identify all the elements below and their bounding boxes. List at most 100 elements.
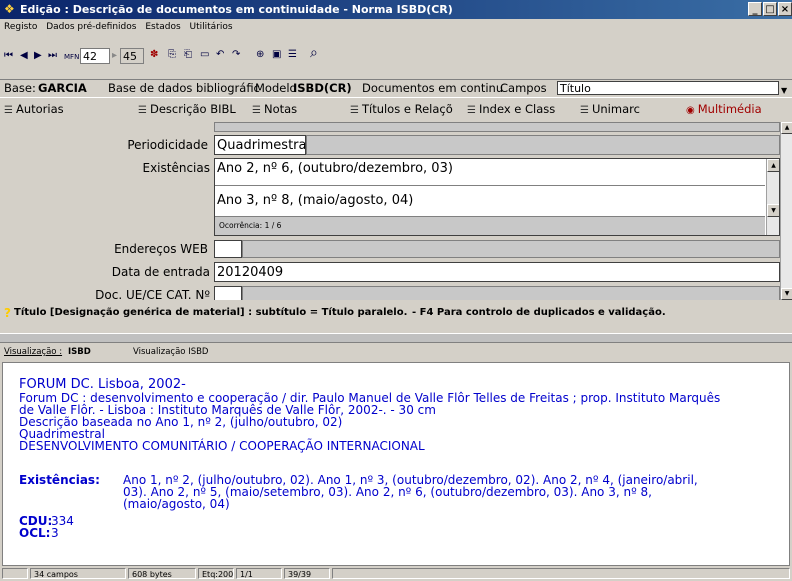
copy-icon[interactable]: ⎘ [168,48,176,62]
tab-notas[interactable]: ☰ Notas [252,98,297,122]
periodicidade-ext [306,135,780,155]
window-title: Edição : Descrição de documentos em cont… [20,3,453,16]
hint-text: Título [Designação genérica de material]… [14,307,408,318]
hint-shortcut: - F4 Para controlo de duplicados e valid… [412,307,666,318]
form-scrollbar[interactable]: ▲ ▼ [780,122,792,300]
enderecos-web-field[interactable] [214,240,242,258]
status-cell-blank [2,568,28,579]
title-bar: ❖ Edição : Descrição de documentos em co… [0,0,792,19]
isbd-preview: FORUM DC. Lisboa, 2002- Forum DC : desen… [2,362,790,566]
go-arrow-icon[interactable]: ▸ [112,49,117,63]
record-form: Periodicidade Quadrimestral Existências … [0,122,780,300]
field-top-remnant [214,122,780,132]
tab-autorias[interactable]: ☰ Autorias [4,98,64,122]
visualization-label: Visualização : [4,347,63,357]
view-icon[interactable]: ⊕ [256,48,264,62]
modelo-value: ISBD(CR) [293,81,352,95]
paste-icon[interactable]: ⎗ [184,48,192,62]
next-record-icon[interactable]: ▶ [34,49,42,63]
menu-estados[interactable]: Estados [145,22,180,32]
tab-label: Títulos e Relaçõ [361,102,453,116]
tab-label: Index e Class [478,102,556,116]
tab-index-class[interactable]: ☰ Index e Class [467,98,555,122]
scroll-down-icon[interactable]: ▼ [767,204,779,217]
enderecos-web-ext [242,240,780,258]
existencias-divider [215,185,765,186]
close-button[interactable]: × [778,2,792,16]
enderecos-web-label: Endereços WEB [114,242,208,256]
tab-visualizacao-isbd[interactable]: Visualização ISBD [133,344,208,360]
first-record-icon[interactable]: ⏮ [4,49,13,63]
status-position: 1/1 [236,568,282,579]
record-line-5: DESENVOLVIMENTO COMUNITÁRIO / COOPERAÇÃO… [19,439,425,453]
scroll-up-icon[interactable]: ▲ [767,159,779,172]
tab-multimedia[interactable]: ◉ Multimédia [686,98,762,122]
tab-unimarc[interactable]: ☰ Unimarc [580,98,640,122]
doc-ue-label: Doc. UE/CE CAT. Nº [95,288,210,300]
search-icon[interactable]: ⌕ [310,46,318,60]
list-icon[interactable]: ☰ [288,48,297,62]
list-icon: ☰ [138,105,147,116]
list-icon: ☰ [580,105,589,116]
data-entrada-label: Data de entrada [111,265,210,279]
base-description: Base de dados bibliográfic [108,81,260,95]
record-heading: FORUM DC. Lisboa, 2002- [19,377,186,392]
save-icon[interactable]: ▣ [272,48,281,62]
menu-dados-pre-definidos[interactable]: Dados pré-definidos [46,22,136,32]
existencias-line-3: (maio/agosto, 04) [123,497,230,511]
periodicidade-field[interactable]: Quadrimestral [214,135,306,155]
existencias-value-2: Ano 3, nº 8, (maio/agosto, 04) [217,193,414,208]
ocorrencia-text: Ocorrência: 1 / 6 [219,221,282,230]
existencias-scrollbar[interactable]: ▲ ▼ [766,159,779,235]
tab-label: Notas [263,102,298,116]
visualization-tabs: Visualização : ISBD Visualização ISBD [0,344,792,360]
status-bar: 34 campos 608 bytes Etq:200 1/1 39/39 [0,567,792,579]
multimedia-icon: ◉ [686,105,695,116]
ocorrencia-bar: Ocorrência: 1 / 6 [215,216,765,235]
tab-label: Descrição BIBL [149,102,236,116]
status-campos: 34 campos [30,568,126,579]
tab-label: Unimarc [591,102,640,116]
base-value: GARCIA [38,81,87,95]
menu-utilitarios[interactable]: Utilitários [190,22,233,32]
scroll-down-icon[interactable]: ▼ [781,288,792,300]
undo-icon[interactable]: ↶ [216,48,224,62]
list-icon: ☰ [4,105,13,116]
document-icon[interactable]: ▭ [200,48,209,62]
app-icon: ❖ [4,2,15,16]
tab-isbd[interactable]: ISBD [68,344,91,360]
doc-ue-field[interactable] [214,286,242,300]
campos-select[interactable]: Título [557,81,779,95]
tab-titulos-relacoes[interactable]: ☰ Títulos e Relaçõ [350,98,453,122]
doc-ue-ext [242,286,780,300]
mfn-label: MFN [64,53,80,61]
maximize-button[interactable]: □ [763,2,777,16]
previous-record-icon[interactable]: ◀ [20,49,28,63]
new-record-icon[interactable]: ✽ [150,48,158,62]
list-icon: ☰ [350,105,359,116]
status-bytes: 608 bytes [128,568,196,579]
help-icon: ? [4,306,11,320]
tab-descricao-bibl[interactable]: ☰ Descrição BIBL [138,98,236,122]
last-record-icon[interactable]: ⏭ [48,49,57,63]
pane-splitter[interactable] [0,333,792,343]
periodicidade-label: Periodicidade [127,138,208,152]
ocl-label: OCL: [19,526,51,540]
menu-registo[interactable]: Registo [4,22,37,32]
minimize-button[interactable]: _ [748,2,762,16]
mfn-input[interactable]: 42 [80,48,110,64]
list-icon: ☰ [252,105,261,116]
existencias-field[interactable]: Ano 2, nº 6, (outubro/dezembro, 03) Ano … [214,158,780,236]
scroll-up-icon[interactable]: ▲ [781,122,792,134]
modelo-label: Modelo [255,81,297,95]
existencias-label: Existências [142,161,211,175]
section-tabs: ☰ Autorias ☰ Descrição BIBL ☰ Notas ☰ Título… [0,98,792,120]
total-records: 45 [120,48,144,64]
data-entrada-field[interactable]: 20120409 [214,262,780,282]
existencias-value-1: Ano 2, nº 6, (outubro/dezembro, 03) [217,161,453,176]
status-record: 39/39 [284,568,330,579]
chevron-down-icon[interactable]: ▼ [781,82,787,97]
tab-label: Autorias [15,102,64,116]
ocl-value: 3 [51,526,59,540]
redo-icon[interactable]: ↷ [232,48,240,62]
